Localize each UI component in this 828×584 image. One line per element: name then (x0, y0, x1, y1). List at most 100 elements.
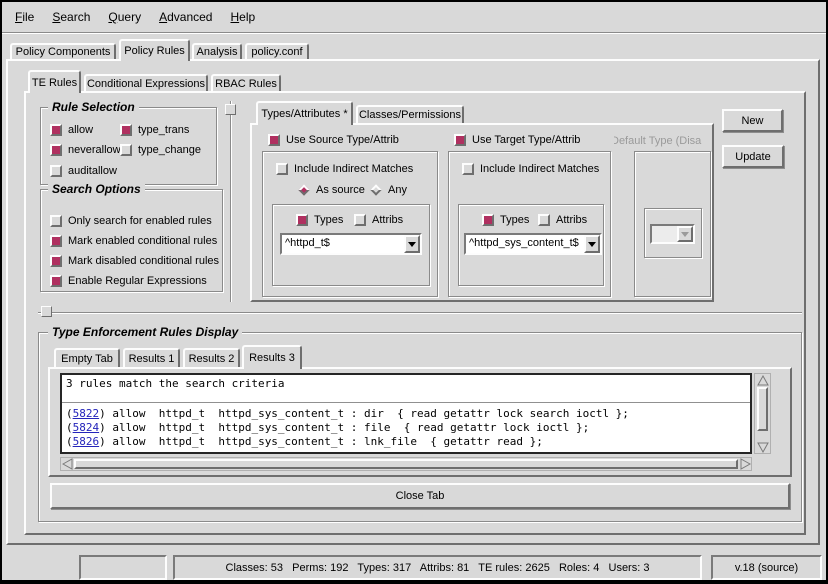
checkbox-only-enabled-rules[interactable]: Only search for enabled rules (50, 214, 212, 228)
horizontal-scroll-thumb[interactable] (74, 459, 738, 469)
radio-as-source[interactable]: As source (298, 183, 365, 197)
checkbox-neverallow[interactable]: neverallow (50, 143, 121, 157)
new-button[interactable]: New (722, 109, 783, 132)
results-text-area[interactable]: 3 rules match the search criteria (5822)… (60, 373, 752, 454)
default-type-label: Default Type (Disa (614, 135, 701, 147)
close-tab-button[interactable]: Close Tab (50, 483, 790, 509)
checkbox-label: Attribs (372, 214, 403, 226)
checkbox-label: Enable Regular Expressions (68, 275, 207, 287)
checkbox-mark-enabled-conditional[interactable]: Mark enabled conditional rules (50, 234, 217, 248)
checkbox-label: neverallow (68, 144, 121, 156)
rule-id-link[interactable]: 5824 (73, 421, 100, 434)
status-policy-version: v.18 (source) (711, 555, 822, 580)
checkbox-label: Use Source Type/Attrib (286, 134, 399, 146)
checkbox-allow[interactable]: allow (50, 123, 93, 137)
checkbox-use-target-type[interactable]: Use Target Type/Attrib (454, 133, 580, 147)
menu-search[interactable]: Search (43, 2, 99, 32)
checkbox-label: allow (68, 124, 93, 136)
vertical-scrollbar[interactable] (754, 373, 771, 454)
tab-te-rules[interactable]: TE Rules (28, 70, 81, 93)
checkbox-type-trans[interactable]: type_trans (120, 123, 189, 137)
checkbox-source-attribs[interactable]: Attribs (354, 213, 403, 227)
checkbox-label: Only search for enabled rules (68, 215, 212, 227)
tab-rbac-rules[interactable]: RBAC Rules (211, 74, 281, 91)
menu-file[interactable]: File (6, 2, 43, 32)
horizontal-scrollbar[interactable] (60, 457, 752, 471)
source-type-combobox-value[interactable]: ^httpd_t$ (282, 235, 404, 253)
tab-policy-components[interactable]: Policy Components (10, 43, 116, 59)
source-type-combobox[interactable]: ^httpd_t$ (280, 233, 422, 255)
vertical-sash-handle[interactable] (225, 104, 236, 115)
vertical-scroll-thumb[interactable] (757, 387, 768, 431)
rule-line: (5822) allow httpd_t httpd_sys_content_t… (66, 407, 750, 421)
rule-id-link[interactable]: 5826 (73, 435, 100, 448)
rule-line: (5826) allow httpd_t httpd_sys_content_t… (66, 435, 750, 449)
chevron-down-icon (681, 232, 689, 237)
checkbox-label: Mark enabled conditional rules (68, 235, 217, 247)
tab-types-attributes[interactable]: Types/Attributes * (256, 101, 353, 125)
radio-label: As source (316, 184, 365, 196)
tab-policy-conf[interactable]: policy.conf (245, 43, 309, 59)
checkbox-target-attribs[interactable]: Attribs (538, 213, 587, 227)
update-button[interactable]: Update (722, 145, 784, 168)
checkbox-target-types[interactable]: Types (482, 213, 529, 227)
scroll-up-icon[interactable] (756, 374, 769, 386)
tab-results-3[interactable]: Results 3 (242, 345, 302, 369)
tab-analysis[interactable]: Analysis (192, 43, 242, 59)
checkbox-label: Mark disabled conditional rules (68, 255, 219, 267)
target-type-combobox[interactable]: ^httpd_sys_content_t$ (464, 233, 602, 255)
scroll-left-icon[interactable] (61, 458, 73, 470)
chevron-down-icon (408, 242, 416, 247)
tab-results-1[interactable]: Results 1 (123, 348, 180, 367)
tab-conditional-expressions[interactable]: Conditional Expressions (84, 74, 208, 91)
search-options-title: Search Options (48, 182, 145, 196)
default-type-combobox-value (652, 226, 677, 242)
radio-indicator (298, 184, 309, 195)
checkbox-indicator (50, 255, 62, 267)
rule-id-link[interactable]: 5822 (73, 407, 100, 420)
checkbox-type-change[interactable]: type_change (120, 143, 201, 157)
checkbox-indicator (50, 144, 62, 156)
menu-separator (2, 32, 826, 34)
horizontal-sash[interactable] (38, 312, 802, 313)
checkbox-label: Include Indirect Matches (480, 163, 599, 175)
vertical-sash[interactable] (230, 101, 231, 302)
tab-policy-rules[interactable]: Policy Rules (119, 39, 190, 61)
default-type-combobox (650, 224, 695, 244)
checkbox-source-types[interactable]: Types (296, 213, 343, 227)
menu-help[interactable]: Help (221, 2, 264, 32)
checkbox-indicator (268, 134, 280, 146)
tab-classes-permissions[interactable]: Classes/Permissions (356, 105, 464, 123)
checkbox-indicator (462, 163, 474, 175)
checkbox-label: Include Indirect Matches (294, 163, 413, 175)
default-type-dropdown-button (677, 226, 693, 242)
target-type-combobox-value[interactable]: ^httpd_sys_content_t$ (466, 235, 584, 253)
checkbox-indicator (354, 214, 366, 226)
status-policy-stats: Classes: 53 Perms: 192 Types: 317 Attrib… (173, 555, 702, 580)
menu-query[interactable]: Query (99, 2, 150, 32)
checkbox-mark-disabled-conditional[interactable]: Mark disabled conditional rules (50, 254, 219, 268)
app-window: File Search Query Advanced Help Policy C… (0, 0, 828, 584)
source-type-dropdown-button[interactable] (404, 235, 420, 253)
default-type-label-clip: Default Type (Disa (614, 135, 712, 149)
checkbox-label: type_change (138, 144, 201, 156)
checkbox-auditallow[interactable]: auditallow (50, 164, 117, 178)
target-type-dropdown-button[interactable] (584, 235, 600, 253)
results-summary: 3 rules match the search criteria (66, 377, 750, 391)
tab-results-2[interactable]: Results 2 (183, 348, 240, 367)
scroll-right-icon[interactable] (739, 458, 751, 470)
checkbox-indicator (50, 275, 62, 287)
scroll-down-icon[interactable] (756, 441, 769, 453)
checkbox-indicator (276, 163, 288, 175)
checkbox-target-include-indirect[interactable]: Include Indirect Matches (462, 162, 599, 176)
tab-empty-tab[interactable]: Empty Tab (54, 348, 120, 367)
menu-advanced[interactable]: Advanced (150, 2, 221, 32)
checkbox-enable-regex[interactable]: Enable Regular Expressions (50, 274, 207, 288)
checkbox-source-include-indirect[interactable]: Include Indirect Matches (276, 162, 413, 176)
checkbox-indicator (482, 214, 494, 226)
summary-underline (62, 402, 750, 403)
results-display-title: Type Enforcement Rules Display (48, 325, 242, 339)
horizontal-sash-handle[interactable] (41, 306, 52, 317)
checkbox-use-source-type[interactable]: Use Source Type/Attrib (268, 133, 399, 147)
radio-any[interactable]: Any (370, 183, 407, 197)
